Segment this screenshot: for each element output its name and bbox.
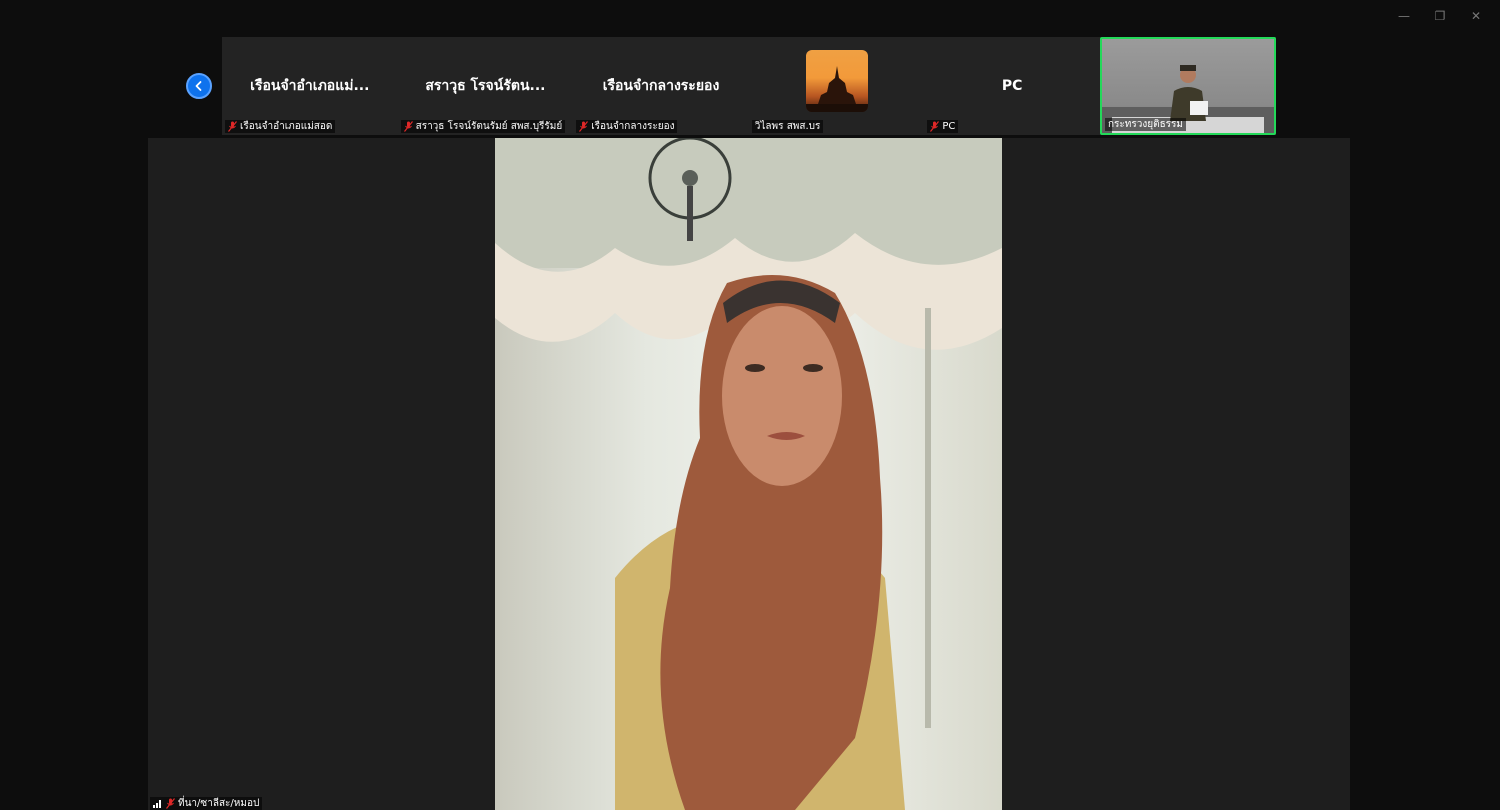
participant-tile[interactable]: PC PC: [924, 37, 1100, 135]
main-video-area: ที่นา/ซาลีสะ/หมอป: [148, 138, 1350, 810]
participant-label: กระทรวงยุติธรรม: [1104, 118, 1187, 131]
minimize-icon: —: [1398, 9, 1410, 23]
participant-display-name: สราวุธ โรจน์รัตน...: [425, 78, 546, 94]
mic-muted-icon: [166, 798, 175, 809]
participant-tile[interactable]: เรือนจำอำเภอแม่... เรือนจำอำเภอแม่สอด: [222, 37, 398, 135]
active-speaker-tile[interactable]: กระทรวงยุติธรรม: [1099, 37, 1276, 135]
mic-muted-icon: [403, 121, 413, 132]
participant-label-text: สราวุธ โรจน์รัตนรัมย์ สพส.บุรีรัมย์: [415, 121, 563, 132]
participant-tile[interactable]: สราวุธ โรจน์รัตน... สราวุธ โรจน์รัตนรัมย…: [398, 37, 574, 135]
participant-display-name: PC: [1001, 78, 1023, 94]
participant-display-name: เรือนจำกลางระยอง: [602, 78, 720, 94]
participant-label-text: เรือนจำอำเภอแม่สอด: [240, 121, 333, 132]
mic-muted-icon: [579, 121, 589, 132]
participant-label: PC: [927, 120, 959, 133]
participant-label: เรือนจำกลางระยอง: [576, 120, 678, 133]
signal-strength-icon: [153, 800, 161, 808]
speaker-video-image: [495, 138, 1002, 810]
participant-label: เรือนจำอำเภอแม่สอด: [225, 120, 336, 133]
participant-tile[interactable]: เรือนจำกลางระยอง เรือนจำกลางระยอง: [573, 37, 749, 135]
restore-icon: ❐: [1434, 9, 1446, 23]
main-speaker-video: [495, 138, 1002, 810]
mic-muted-icon: [930, 121, 940, 132]
participant-tile[interactable]: วิไลพร สพส.บร: [749, 37, 925, 135]
previous-page-button[interactable]: [186, 73, 212, 99]
close-icon: ✕: [1470, 9, 1482, 23]
mic-muted-icon: [228, 121, 237, 132]
participant-label-text: PC: [942, 121, 956, 132]
profile-picture: [805, 50, 868, 112]
participant-strip: เรือนจำอำเภอแม่... เรือนจำอำเภอแม่สอด สร…: [222, 37, 1276, 135]
temple-sunset-image: [805, 66, 868, 112]
restore-button[interactable]: ❐: [1422, 6, 1458, 26]
participant-label: สราวุธ โรจน์รัตนรัมย์ สพส.บุรีรัมย์: [400, 120, 566, 133]
participant-label-text: วิไลพร สพส.บร: [754, 121, 821, 132]
participant-label-text: เรือนจำกลางระยอง: [591, 121, 675, 132]
participant-label-text: กระทรวงยุติธรรม: [1107, 119, 1184, 130]
participant-display-name: เรือนจำอำเภอแม่...: [250, 78, 370, 94]
main-speaker-label: ที่นา/ซาลีสะ/หมอป: [150, 797, 263, 810]
participant-label: วิไลพร สพส.บร: [751, 120, 824, 133]
main-speaker-label-text: ที่นา/ซาลีสะ/หมอป: [178, 798, 260, 809]
window-controls: — ❐ ✕: [1386, 6, 1494, 26]
chevron-left-icon: [195, 81, 202, 91]
minimize-button[interactable]: —: [1386, 6, 1422, 26]
close-button[interactable]: ✕: [1458, 6, 1494, 26]
